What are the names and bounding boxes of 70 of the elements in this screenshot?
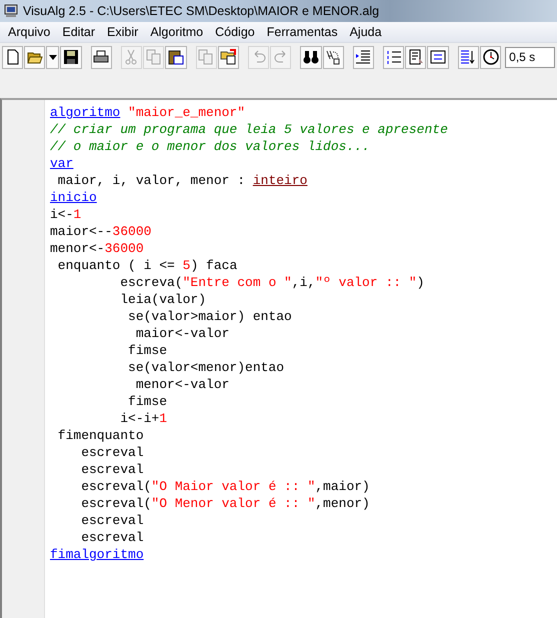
folder-page-icon [220, 49, 236, 65]
code-line: escreval [80, 461, 145, 478]
print-button[interactable] [90, 46, 112, 68]
save-icon [63, 49, 80, 65]
code-line: fimalgoritmo [50, 546, 145, 563]
menu-item[interactable]: Código [209, 22, 261, 42]
code-editor[interactable] [0, 98, 557, 618]
find-button[interactable] [300, 46, 322, 68]
indent-button[interactable] [352, 46, 374, 68]
code-line: i<-i+1 [119, 410, 168, 427]
numbered-list-icon [386, 49, 402, 65]
document-icon [408, 49, 424, 65]
code-line: escreva("Entre com o ",i,"º valor :: ") [119, 274, 426, 291]
dropdown-button[interactable] [46, 46, 60, 68]
code-line: escreval [80, 512, 145, 529]
menu-item[interactable]: Ferramentas [260, 22, 344, 42]
scissors-icon [123, 49, 140, 65]
code-line: maior, i, valor, menor : inteiro [56, 172, 308, 189]
printer-icon [93, 49, 110, 65]
clock-icon [482, 49, 499, 65]
code-line: escreval [80, 529, 145, 546]
frame-button[interactable] [427, 46, 449, 68]
frame-icon [430, 49, 446, 65]
menu-item[interactable]: Editar [56, 22, 102, 42]
new-button[interactable] [2, 46, 24, 68]
caret-icon [48, 54, 57, 60]
paste-button[interactable] [165, 46, 187, 68]
code-line: leia(valor) [119, 291, 208, 308]
sort-down-icon [460, 49, 476, 65]
replace-icon [325, 49, 342, 65]
code-line: menor<-valor [134, 376, 230, 393]
timer-field[interactable]: 0,5 s [505, 46, 556, 68]
code-line: maior<--36000 [50, 223, 152, 240]
copy-icon [146, 49, 162, 65]
code-line: escreval [80, 444, 145, 461]
code-line: enquanto ( i <= 5) faca [56, 257, 238, 274]
replace-button[interactable] [322, 46, 344, 68]
export-button[interactable] [218, 46, 239, 68]
code-line: inicio [50, 189, 98, 206]
numbered-list-button[interactable] [383, 46, 404, 68]
code-line: maior<-valor [134, 325, 230, 342]
code-line: i<-1 [50, 206, 82, 223]
sort-button[interactable] [458, 46, 479, 68]
code-line: var [50, 155, 74, 172]
computer-icon [4, 4, 18, 18]
code-line: escreval("O Maior valor é :: ",maior) [80, 478, 371, 495]
binoculars-icon [303, 49, 319, 65]
document-button[interactable] [405, 46, 426, 68]
code-line: algoritmo "maior_e_menor" [50, 104, 246, 121]
open-button[interactable] [24, 46, 46, 68]
code-line: se(valor>maior) entao [127, 308, 293, 325]
code-line: // criar um programa que leia 5 valores e apresente [50, 121, 448, 138]
code-line: fimse [127, 342, 168, 359]
menu-item[interactable]: Algoritmo [144, 22, 210, 42]
paste-icon [168, 49, 184, 65]
menu-item[interactable]: Exibir [101, 22, 144, 42]
indent-icon [355, 49, 372, 65]
code-line: fimse [127, 393, 168, 410]
save-button[interactable] [60, 46, 82, 68]
code-line: escreval("O Menor valor é :: ",menor) [80, 495, 371, 512]
new-document-icon [4, 49, 21, 65]
copy-icon [198, 49, 214, 65]
code-line: se(valor<menor)entao [127, 359, 286, 376]
code-line: menor<-36000 [50, 240, 145, 257]
menu-item[interactable]: Ajuda [344, 22, 388, 42]
code-line: fimenquanto [56, 427, 145, 444]
timer-button[interactable] [480, 46, 502, 68]
menu-item[interactable]: Arquivo [2, 22, 56, 42]
window-title: VisuAlg 2.5 - C:\Users\ETEC SM\Desktop\MAIOR e MENOR.alg [23, 4, 380, 18]
code-line: // o maior e o menor dos valores lidos... [50, 138, 371, 155]
